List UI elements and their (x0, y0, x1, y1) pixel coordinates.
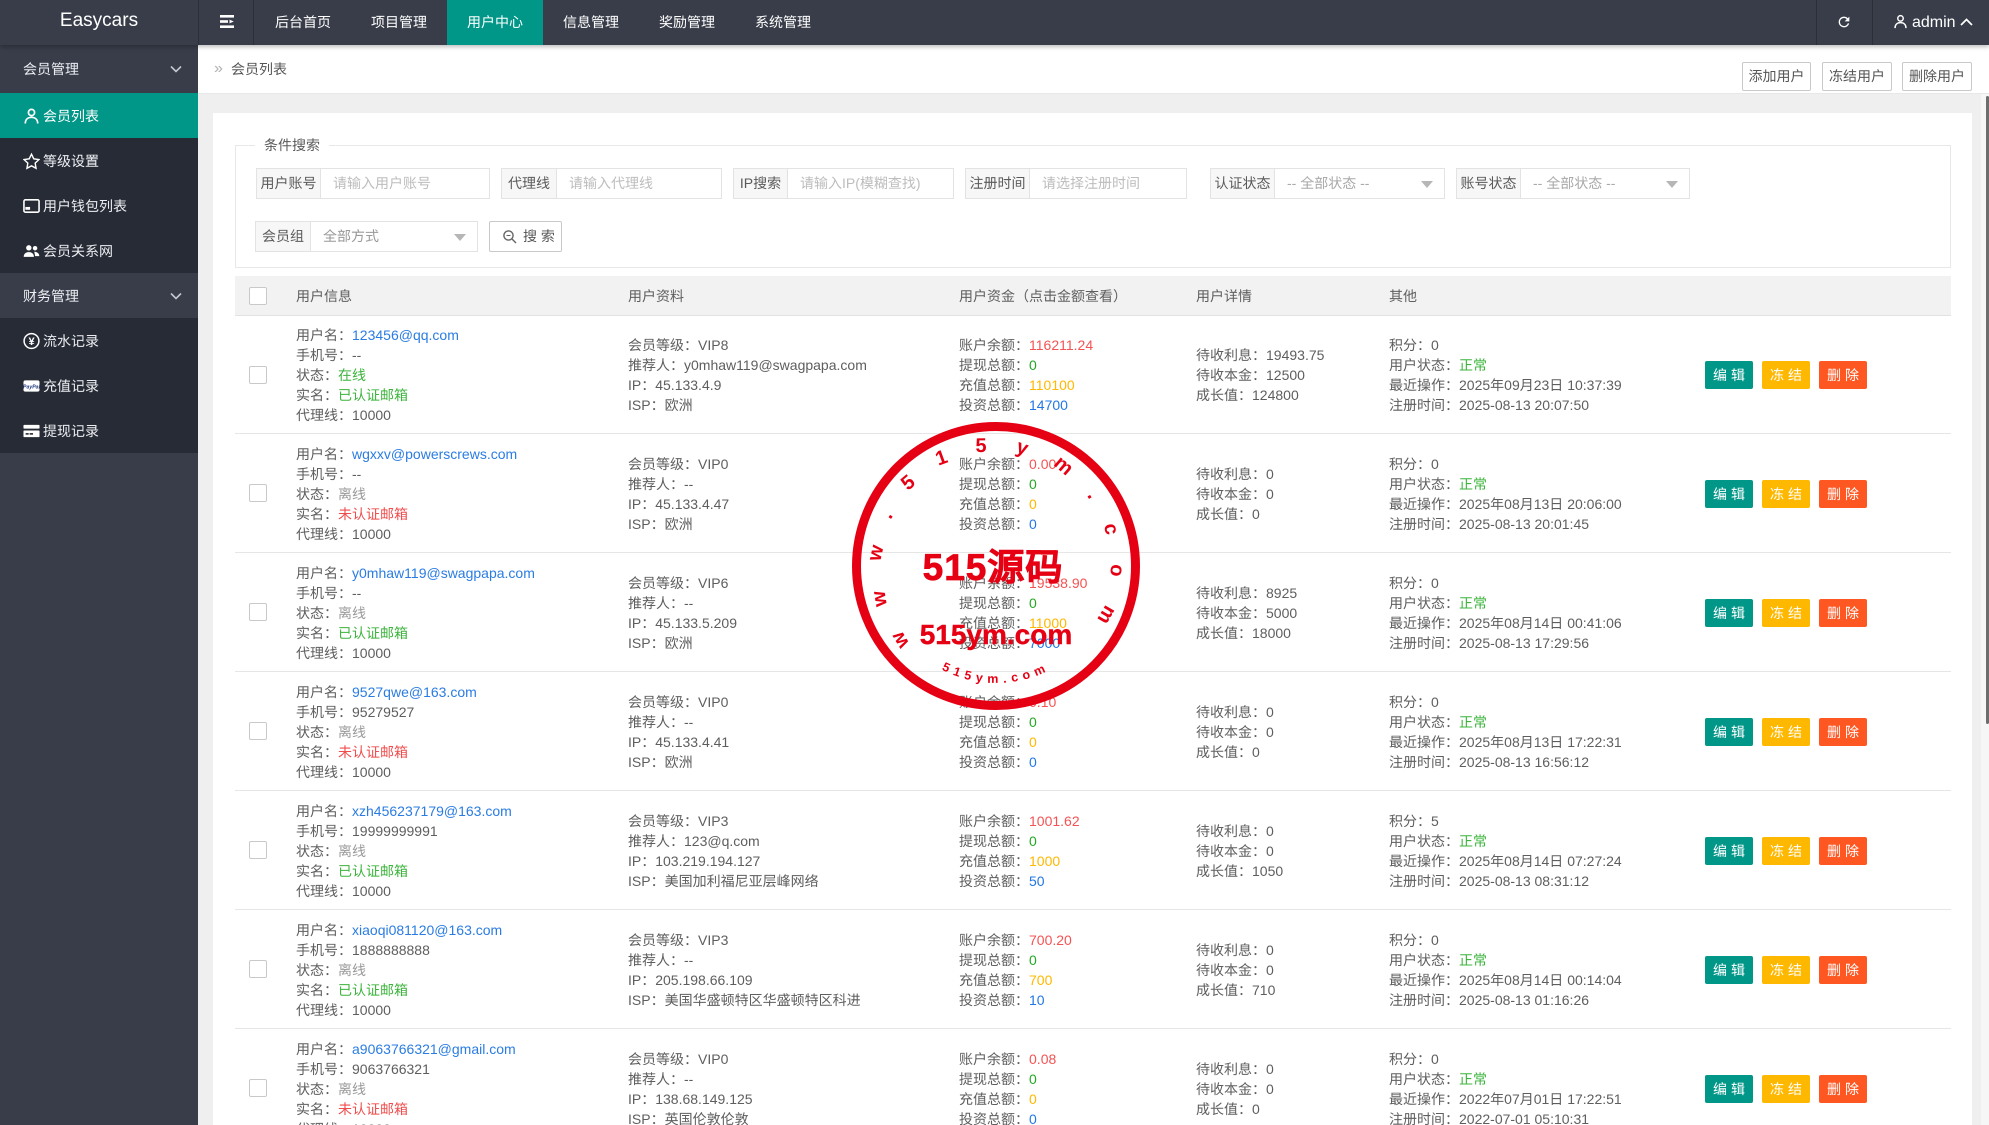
svg-text:¥: ¥ (28, 335, 35, 347)
svg-text:PayPal: PayPal (23, 384, 40, 390)
svg-text:515源码: 515源码 (923, 547, 1064, 588)
svg-text:515ym.com: 515ym.com (940, 660, 1052, 686)
svg-text:515ym.com: 515ym.com (920, 619, 1073, 650)
